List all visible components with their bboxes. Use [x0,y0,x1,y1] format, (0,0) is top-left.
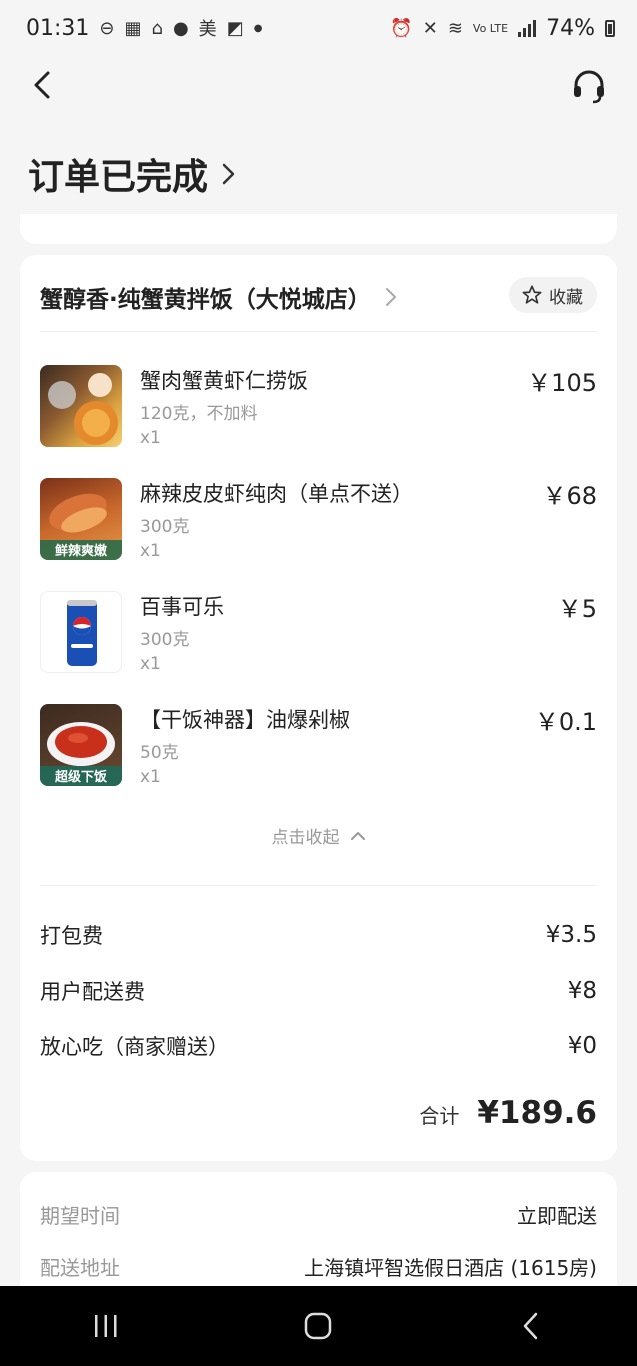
info-value: 立即配送 [517,1203,597,1228]
recent-apps-button[interactable] [76,1306,136,1346]
order-status-title[interactable]: 订单已完成 [28,148,238,200]
chevron-right-icon [222,163,235,185]
status-time: 01:31 [26,15,90,41]
chat-notification-icon: ● [172,17,189,39]
wifi-icon: ≋ [447,17,463,39]
total-row: 合计 ¥189.6 [419,1095,597,1131]
item-price: ￥105 [527,369,597,397]
thumb-badge: 鲜辣爽嫩 [55,543,108,559]
alarm-icon: ⏰ [390,17,413,39]
fee-value: ¥0 [567,1033,597,1059]
favorite-label: 收藏 [549,287,583,308]
system-nav-bar [0,1286,637,1366]
item-thumbnail [40,591,122,673]
back-button[interactable] [28,68,58,102]
item-price: ￥68 [542,482,597,510]
item-name: 蟹肉蟹黄虾仁捞饭 [140,369,308,393]
mute-icon: ✕ [422,17,438,39]
page-title: 订单已完成 [28,157,209,198]
item-thumbnail: 超级下饭 [40,704,122,786]
item-price: ￥5 [557,595,597,623]
chevron-up-icon [350,831,365,840]
item-quantity: x1 [140,428,161,448]
recent-apps-icon [95,1315,117,1337]
fee-row-insurance: 放心吃（商家赠送） ¥0 [40,1030,597,1062]
list-item[interactable]: 超级下饭 【干饭神器】油爆剁椒 50克 x1 ￥0.1 [40,704,597,804]
total-label: 合计 [419,1104,460,1128]
home-button[interactable] [288,1306,348,1346]
system-back-button[interactable] [501,1306,561,1346]
item-spec: 300克 [140,630,190,650]
customer-service-button[interactable] [569,66,609,106]
divider [40,331,597,332]
item-thumbnail [40,365,122,447]
fee-label: 打包费 [40,924,103,948]
fee-label: 放心吃（商家赠送） [40,1035,229,1059]
divider [40,885,597,886]
item-name: 麻辣皮皮虾纯肉（单点不送） [140,482,413,506]
info-value: 上海镇坪智选假日酒店 (1615房) [304,1255,597,1280]
chevron-left-icon [34,71,50,99]
signal-icon [518,19,537,37]
item-quantity: x1 [140,541,161,561]
total-value: ¥189.6 [477,1095,597,1131]
list-item[interactable]: 蟹肉蟹黄虾仁捞饭 120克，不加料 x1 ￥105 [40,365,597,465]
list-item[interactable]: 百事可乐 300克 x1 ￥5 [40,591,597,691]
fee-row-packing: 打包费 ¥3.5 [40,919,597,951]
list-item[interactable]: 鲜辣爽嫩 麻辣皮皮虾纯肉（单点不送） 300克 x1 ￥68 [40,478,597,578]
item-name: 百事可乐 [140,595,224,619]
meituan-notification-icon: 美 [198,19,217,40]
item-thumbnail: 鲜辣爽嫩 [40,478,122,560]
favorite-button[interactable]: 收藏 [509,277,597,313]
info-label: 配送地址 [40,1255,120,1280]
shop-notification-icon: ◩ [226,17,244,39]
info-row-expected-time: 期望时间 立即配送 [40,1199,597,1229]
fee-row-delivery: 用户配送费 ¥8 [40,975,597,1007]
status-left: 01:31 ⊖ ▦ ⌂ ● 美 ◩ ● [26,15,262,41]
fee-label: 用户配送费 [40,980,145,1004]
delivery-info-card: 期望时间 立即配送 配送地址 上海镇坪智选假日酒店 (1615房) [20,1172,617,1302]
item-spec: 300克 [140,517,190,537]
more-notifications-icon: ● [253,22,263,34]
dnd-icon: ⊖ [99,17,115,39]
item-spec: 120克，不加料 [140,404,258,424]
back-icon [523,1312,538,1340]
soda-can-image [67,600,97,666]
home-notification-icon: ⌂ [151,17,163,39]
item-quantity: x1 [140,767,161,787]
item-quantity: x1 [140,654,161,674]
item-name: 【干饭神器】油爆剁椒 [140,708,350,732]
star-icon [522,285,542,304]
info-label: 期望时间 [40,1203,120,1228]
top-nav [0,56,637,116]
collapse-label: 点击收起 [271,828,340,848]
status-right: ⏰ ✕ ≋ Vo LTE 74% [390,16,615,41]
shop-row: 蟹醇香·纯蟹黄拌饭（大悦城店） 收藏 [40,277,597,317]
previous-card-bottom [20,214,617,244]
app-notification-icon: ▦ [124,17,142,39]
fee-value: ¥8 [567,978,597,1004]
status-bar: 01:31 ⊖ ▦ ⌂ ● 美 ◩ ● ⏰ ✕ ≋ Vo LTE 74% [0,0,637,56]
home-icon [305,1312,332,1340]
collapse-items-button[interactable]: 点击收起 [20,823,617,848]
volte-icon: Vo LTE [472,21,509,35]
fee-value: ¥3.5 [545,922,597,948]
thumb-badge: 超级下饭 [55,769,107,785]
shop-name[interactable]: 蟹醇香·纯蟹黄拌饭（大悦城店） [40,280,371,314]
battery-icon [605,19,615,37]
item-spec: 50克 [140,743,179,763]
battery-percent: 74% [546,15,595,41]
food-image [48,373,118,445]
item-price: ￥0.1 [534,708,597,736]
headset-icon [574,70,604,104]
chevron-right-icon [385,288,396,306]
food-image: 鲜辣爽嫩 [40,493,122,560]
info-row-address: 配送地址 上海镇坪智选假日酒店 (1615房) [40,1251,597,1281]
order-detail-card: 蟹醇香·纯蟹黄拌饭（大悦城店） 收藏 蟹肉蟹黄虾仁捞饭 120克，不加料 x1 … [20,255,617,1161]
food-image: 超级下饭 [40,722,122,786]
